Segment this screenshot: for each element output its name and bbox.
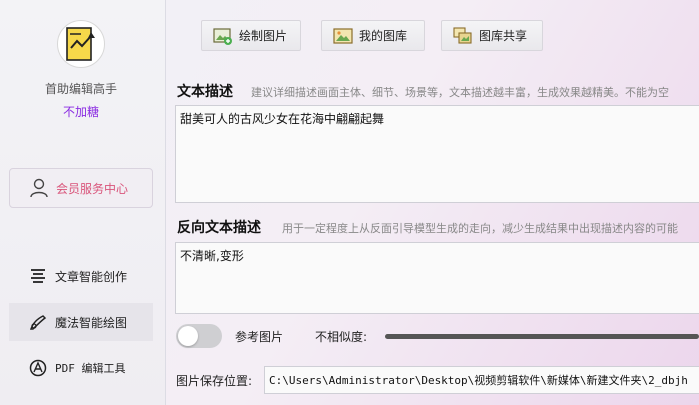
sidebar: 首助编辑高手 不加糖 会员服务中心 文章智能创作 魔法智能绘图 PDF 编辑工具: [0, 0, 166, 405]
sidebar-item-label: 魔法智能绘图: [55, 315, 128, 330]
pdf-icon: [29, 359, 47, 377]
member-service-label: 会员服务中心: [56, 181, 129, 196]
app-logo: [57, 20, 105, 68]
save-location-label: 图片保存位置:: [176, 374, 253, 388]
app-subtitle: 不加糖: [62, 105, 99, 119]
neg-desc-input[interactable]: 不清晰,变形: [175, 242, 699, 314]
member-service-button[interactable]: 会员服务中心: [9, 168, 153, 208]
magic-wand-icon: [29, 315, 47, 330]
dissimilarity-slider[interactable]: [385, 334, 699, 339]
sidebar-item-label: 文章智能创作: [55, 269, 128, 284]
draw-image-icon: [213, 27, 232, 45]
ref-image-toggle[interactable]: [176, 324, 222, 348]
ref-image-label: 参考图片: [235, 330, 284, 344]
dissimilarity-label: 不相似度:: [315, 330, 368, 344]
share-icon: [453, 26, 472, 44]
save-path-input[interactable]: C:\Users\Administrator\Desktop\视频剪辑软件\新媒…: [264, 366, 699, 394]
app-name: 首助编辑高手: [44, 82, 117, 96]
sidebar-item-magic-draw[interactable]: 魔法智能绘图: [9, 303, 153, 341]
list-icon: [31, 269, 45, 283]
tab-label: 绘制图片: [239, 29, 288, 43]
neg-desc-title: 反向文本描述: [177, 220, 261, 236]
logo-chart-icon: [66, 27, 95, 61]
tab-my-gallery[interactable]: 我的图库: [321, 20, 425, 51]
tab-label: 我的图库: [359, 29, 408, 43]
sidebar-item-pdf[interactable]: PDF 编辑工具: [9, 349, 153, 387]
text-desc-title: 文本描述: [177, 84, 233, 100]
text-desc-input[interactable]: 甜美可人的古风少女在花海中翩翩起舞: [175, 105, 699, 203]
gallery-icon: [333, 27, 353, 44]
tab-draw-image[interactable]: 绘制图片: [201, 20, 301, 51]
sidebar-item-article[interactable]: 文章智能创作: [9, 257, 153, 295]
user-icon: [30, 178, 48, 198]
toggle-knob: [178, 326, 198, 346]
neg-desc-hint: 用于一定程度上从反面引导模型生成的走向，减少生成结果中出现描述内容的可能: [282, 222, 678, 235]
text-desc-hint: 建议详细描述画面主体、细节、场景等，文本描述越丰富，生成效果越精美。不能为空: [251, 86, 669, 99]
tab-bar: 绘制图片 我的图库 图库共享: [168, 0, 699, 72]
sidebar-item-label: PDF 编辑工具: [55, 362, 126, 375]
tab-label: 图库共享: [479, 29, 528, 43]
tab-gallery-share[interactable]: 图库共享: [441, 20, 543, 51]
